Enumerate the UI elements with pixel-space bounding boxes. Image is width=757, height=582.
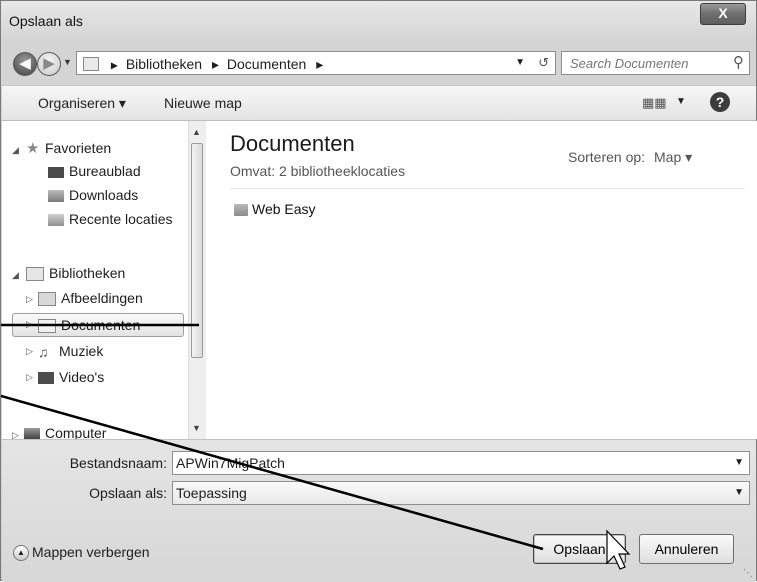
nav-music-label: Muziek	[59, 343, 104, 359]
library-icon	[83, 57, 99, 72]
view-options-icon[interactable]: ▦▦	[642, 95, 667, 111]
organize-menu[interactable]: Organiseren ▾	[38, 95, 126, 112]
nav-computer-label: Computer	[45, 425, 107, 439]
expand-arrow-icon[interactable]: ▷	[26, 294, 33, 305]
hide-folders-label: Mappen verbergen	[32, 544, 150, 560]
cancel-button[interactable]: Annuleren	[639, 534, 734, 564]
nav-documents-label: Documenten	[61, 317, 141, 333]
folder-icon	[234, 204, 248, 217]
scroll-down-icon[interactable]: ▼	[192, 423, 201, 433]
command-bar: Organiseren ▾ Nieuwe map ▦▦ ▼ ?	[2, 85, 756, 121]
filename-field[interactable]: APWin7MigPatch ▼	[172, 451, 750, 475]
navigation-pane: ◢ ★ Favorieten Bureaublad Downloads Recen…	[2, 121, 188, 439]
nav-documents[interactable]: Documenten	[38, 315, 140, 335]
save-type-label: Opslaan als:	[89, 485, 167, 501]
library-title: Documenten	[230, 131, 355, 156]
nav-recent-places[interactable]: Recente locaties	[48, 209, 173, 229]
nav-libraries-label: Bibliotheken	[49, 265, 126, 281]
expand-arrow-icon[interactable]: ▷	[26, 346, 33, 357]
resize-grip-icon[interactable]: ⋱	[743, 568, 753, 579]
breadcrumb-separator: ▸	[316, 56, 324, 73]
hide-folders-toggle[interactable]: ▲ Mappen verbergen	[13, 544, 150, 562]
back-arrow-icon[interactable]: ◀	[13, 52, 37, 76]
file-item-label: Web Easy	[252, 201, 316, 217]
sort-label: Sorteren op:	[568, 149, 646, 165]
search-box[interactable]: ⚲	[561, 51, 750, 75]
address-bar[interactable]: ▸ Bibliotheken ▸ Documenten ▸ ▼ ↺	[76, 51, 556, 75]
filename-dropdown-icon[interactable]: ▼	[734, 452, 744, 474]
libraries-icon	[26, 267, 44, 282]
navigation-bar: ◀ ▶ ▼ ▸ Bibliotheken ▸ Documenten ▸ ▼ ↺ …	[1, 45, 757, 81]
filename-value: APWin7MigPatch	[176, 455, 285, 471]
save-options-panel: Bestandsnaam: APWin7MigPatch ▼ Opslaan a…	[2, 439, 756, 582]
address-dropdown-icon[interactable]: ▼	[515, 52, 525, 74]
recent-pages-dropdown-icon[interactable]: ▼	[63, 57, 72, 67]
breadcrumb-separator: ▸	[211, 56, 220, 73]
view-dropdown-icon[interactable]: ▼	[676, 96, 686, 107]
expand-arrow-icon[interactable]: ▷	[26, 372, 33, 383]
help-icon[interactable]: ?	[710, 92, 730, 112]
videos-library-icon	[38, 372, 54, 385]
close-button[interactable]: X	[700, 3, 746, 25]
star-icon: ★	[26, 140, 40, 158]
save-type-value: Toepassing	[176, 485, 247, 501]
nav-videos[interactable]: Video's	[38, 367, 104, 387]
save-button[interactable]: Opslaan	[533, 534, 626, 564]
library-includes[interactable]: Omvat: 2 bibliotheeklocaties	[230, 163, 405, 179]
music-library-icon: ♫	[38, 344, 49, 361]
nav-desktop-label: Bureaublad	[69, 163, 141, 179]
expand-arrow-icon[interactable]: ▷	[12, 430, 19, 439]
documents-library-icon	[38, 319, 56, 334]
nav-desktop[interactable]: Bureaublad	[48, 161, 141, 181]
collapse-arrow-icon[interactable]: ◢	[12, 145, 19, 156]
navigation-scrollbar[interactable]: ▲ ▼	[188, 121, 206, 439]
pictures-library-icon	[38, 292, 56, 307]
save-type-dropdown-icon[interactable]: ▼	[734, 482, 744, 504]
nav-libraries[interactable]: Bibliotheken	[26, 263, 125, 283]
computer-icon	[24, 428, 40, 439]
breadcrumb-separator: ▸	[110, 56, 118, 73]
nav-favorites[interactable]: ★ Favorieten	[26, 138, 111, 158]
search-input[interactable]	[568, 55, 722, 72]
scroll-thumb[interactable]	[191, 143, 203, 358]
nav-pictures-label: Afbeeldingen	[61, 290, 143, 306]
new-folder-button[interactable]: Nieuwe map	[164, 95, 242, 111]
window-title: Opslaan als	[9, 13, 83, 29]
scroll-up-icon[interactable]: ▲	[192, 127, 201, 137]
refresh-icon[interactable]: ↺	[538, 52, 549, 74]
search-icon[interactable]: ⚲	[733, 53, 744, 71]
breadcrumb-documenten[interactable]: Documenten	[227, 56, 306, 72]
forward-arrow-icon[interactable]: ▶	[37, 52, 61, 76]
nav-recent-places-label: Recente locaties	[69, 211, 173, 227]
filename-label: Bestandsnaam:	[69, 455, 167, 471]
collapse-arrow-icon[interactable]: ◢	[12, 270, 19, 281]
nav-pictures[interactable]: Afbeeldingen	[38, 288, 143, 308]
save-as-dialog: Opslaan als X ◀ ▶ ▼ ▸ Bibliotheken ▸ Doc…	[0, 0, 757, 582]
nav-music[interactable]: ♫ Muziek	[38, 341, 103, 361]
nav-videos-label: Video's	[59, 369, 105, 385]
collapse-circle-icon: ▲	[13, 545, 29, 562]
breadcrumb-bibliotheken[interactable]: Bibliotheken	[126, 56, 202, 72]
nav-downloads-label: Downloads	[69, 187, 139, 203]
file-item[interactable]: Web Easy	[234, 201, 316, 217]
recent-places-icon	[48, 214, 64, 227]
save-type-select[interactable]: Toepassing ▼	[172, 481, 750, 505]
nav-favorites-label: Favorieten	[45, 140, 112, 156]
downloads-folder-icon	[48, 190, 64, 203]
desktop-icon	[48, 166, 64, 178]
expand-arrow-icon[interactable]: ▷	[26, 319, 33, 330]
file-list-pane: Documenten Omvat: 2 bibliotheeklocaties …	[206, 121, 757, 439]
divider	[230, 188, 745, 189]
sort-by-dropdown[interactable]: Map ▾	[654, 149, 692, 166]
nav-downloads[interactable]: Downloads	[48, 185, 138, 205]
nav-computer[interactable]: Computer	[24, 423, 106, 439]
